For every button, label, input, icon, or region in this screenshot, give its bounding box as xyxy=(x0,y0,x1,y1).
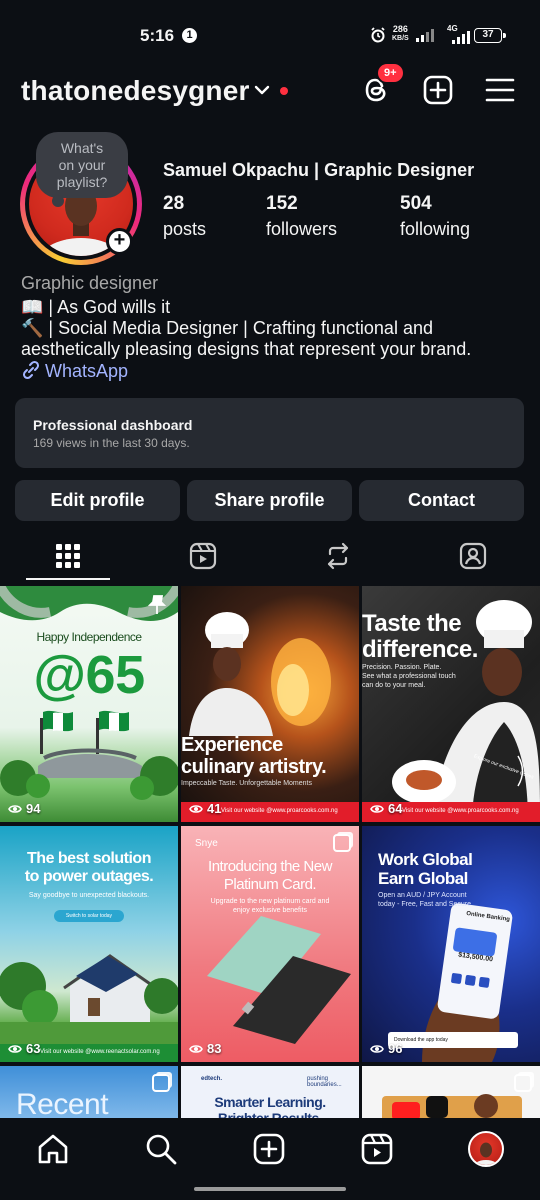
post-tile[interactable]: Happy Independence @65 94 xyxy=(0,586,178,822)
post-tile[interactable]: Work Global Earn Global Open an AUD / JP… xyxy=(362,826,540,1062)
multiple-photos-icon xyxy=(333,834,351,852)
view-count: 41 xyxy=(189,801,221,816)
bio-line: 🔨 | Social Media Designer | Crafting fun… xyxy=(21,318,433,338)
views-icon xyxy=(370,804,384,813)
stat-posts[interactable]: 28 posts xyxy=(163,193,206,240)
home-indicator[interactable] xyxy=(194,1187,346,1191)
reels-nav-icon[interactable] xyxy=(360,1132,394,1166)
edit-profile-button[interactable]: Edit profile xyxy=(15,480,180,521)
views-icon xyxy=(189,1044,203,1053)
views-icon xyxy=(8,804,22,813)
battery-icon: 37 xyxy=(474,28,506,43)
status-time: 5:16 xyxy=(140,26,175,45)
tab-reels[interactable] xyxy=(135,530,270,582)
profile-tabs xyxy=(0,530,540,582)
pin-icon xyxy=(147,595,167,614)
post-tile[interactable] xyxy=(362,1066,540,1118)
profile-avatar-tab[interactable] xyxy=(468,1131,504,1167)
views-icon xyxy=(8,1044,22,1053)
views-icon xyxy=(370,1044,384,1053)
threads-badge: 9+ xyxy=(376,62,405,84)
view-count: 63 xyxy=(8,1041,40,1056)
tab-tagged[interactable] xyxy=(405,530,540,582)
reels-icon xyxy=(189,542,216,570)
contact-button[interactable]: Contact xyxy=(359,480,524,521)
tab-posts-grid[interactable] xyxy=(0,530,135,582)
full-name: Samuel Okpachu | Graphic Designer xyxy=(163,160,475,180)
signal-icon xyxy=(416,29,434,42)
note-bubble[interactable]: What's on your playlist? xyxy=(36,132,128,207)
bottom-navigation xyxy=(0,1118,540,1178)
share-profile-button[interactable]: Share profile xyxy=(187,480,352,521)
active-tab-indicator xyxy=(26,578,110,580)
create-post-icon[interactable] xyxy=(252,1132,286,1166)
signal-4g-icon xyxy=(452,31,470,44)
view-count: 96 xyxy=(370,1041,402,1056)
username-switcher[interactable]: thatonedesygner xyxy=(21,75,250,107)
view-count: 64 xyxy=(370,801,402,816)
views-icon xyxy=(189,804,203,813)
stat-following[interactable]: 504 following xyxy=(400,193,470,240)
grid-icon xyxy=(55,544,80,568)
bio-line: aesthetically pleasing designs that repr… xyxy=(21,339,472,359)
post-tile[interactable]: Taste the difference. Precision. Passion… xyxy=(362,586,540,822)
repost-icon xyxy=(327,542,348,570)
notification-count-icon: 1 xyxy=(182,28,197,43)
dashboard-title: Professional dashboard xyxy=(33,417,193,433)
multiple-photos-icon xyxy=(152,1074,170,1092)
create-icon[interactable] xyxy=(422,74,454,106)
unread-dot xyxy=(280,87,288,95)
view-count: 83 xyxy=(189,1041,221,1056)
stat-followers[interactable]: 152 followers xyxy=(266,193,337,240)
chevron-down-icon[interactable] xyxy=(254,84,270,96)
post-tile[interactable]: The best solution to power outages. Say … xyxy=(0,826,178,1062)
profile-header: thatonedesygner 9+ xyxy=(0,62,540,120)
home-icon[interactable] xyxy=(36,1132,70,1166)
multiple-photos-icon xyxy=(514,1074,532,1092)
post-tile[interactable]: Snye Introducing the New Platinum Card. … xyxy=(181,826,359,1062)
professional-dashboard[interactable]: Professional dashboard 169 views in the … xyxy=(15,398,524,468)
post-tile[interactable]: edtech. pushing boundaries... Smarter Le… xyxy=(181,1066,359,1118)
add-story-icon[interactable]: + xyxy=(106,228,133,255)
bio: 📖 | As God wills it 🔨 | Social Media Des… xyxy=(21,297,521,360)
post-tile[interactable]: Recent xyxy=(0,1066,178,1118)
post-tile[interactable]: Experience culinary artistry. Impeccable… xyxy=(181,586,359,822)
network-speed: 286 KB/S xyxy=(392,24,409,43)
status-bar: 5:16 1 286 KB/S 4G 37 xyxy=(0,0,540,64)
dashboard-subtitle: 169 views in the last 30 days. xyxy=(33,436,190,450)
view-count: 94 xyxy=(8,801,40,816)
bio-line: 📖 | As God wills it xyxy=(21,297,171,317)
menu-icon[interactable] xyxy=(484,74,516,106)
tab-reposts[interactable] xyxy=(270,530,405,582)
link-icon xyxy=(22,360,40,380)
search-icon[interactable] xyxy=(144,1132,178,1166)
tagged-icon xyxy=(459,542,486,570)
whatsapp-link[interactable]: WhatsApp xyxy=(21,360,128,382)
profile-category: Graphic designer xyxy=(21,273,159,293)
alarm-icon xyxy=(371,27,385,43)
